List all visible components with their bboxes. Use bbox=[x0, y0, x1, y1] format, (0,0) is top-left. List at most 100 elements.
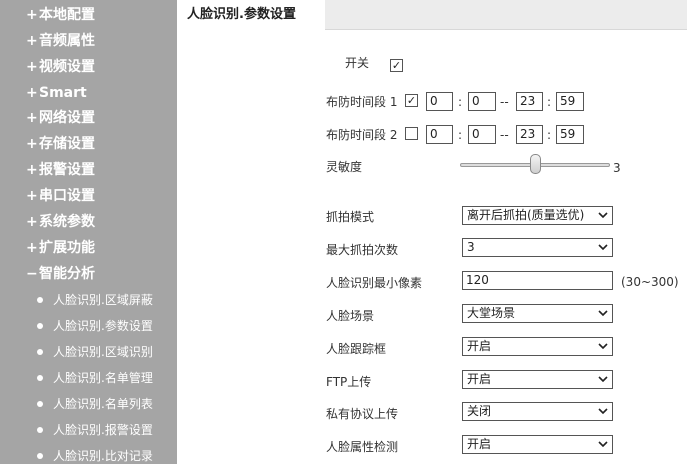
period2-start-minute[interactable]: 0 bbox=[468, 125, 496, 144]
menu-item-label: 串口设置 bbox=[39, 188, 95, 204]
chevron-down-icon bbox=[598, 376, 608, 383]
colon: : bbox=[547, 95, 552, 109]
sub-item-face-compare-log[interactable]: 人脸识别.比对记录 bbox=[37, 448, 153, 464]
expand-icon: + bbox=[26, 7, 38, 23]
bullet-icon bbox=[37, 374, 43, 381]
attr-detect-select[interactable]: 开启 bbox=[462, 435, 613, 454]
track-box-label: 人脸跟踪框 bbox=[326, 342, 387, 356]
sub-item-face-params[interactable]: 人脸识别.参数设置 bbox=[37, 318, 153, 334]
select-value: 开启 bbox=[467, 339, 492, 353]
sub-item-face-list-manage[interactable]: 人脸识别.名单管理 bbox=[37, 370, 153, 386]
sub-item-label: 人脸识别.报警设置 bbox=[53, 423, 153, 437]
sub-item-label: 人脸识别.名单管理 bbox=[53, 371, 153, 385]
bullet-icon bbox=[37, 400, 43, 407]
menu-item-label: 存储设置 bbox=[39, 136, 95, 152]
min-pixels-input[interactable]: 120 bbox=[462, 271, 613, 290]
private-upload-label: 私有协议上传 bbox=[326, 407, 399, 421]
min-pixels-label: 人脸识别最小像素 bbox=[326, 276, 423, 290]
select-value: 离开后抓拍(质量选优) bbox=[467, 208, 585, 222]
period2-start-hour[interactable]: 0 bbox=[426, 125, 453, 144]
period2-end-hour[interactable]: 23 bbox=[516, 125, 543, 144]
bullet-icon bbox=[37, 322, 43, 329]
menu-item-label: Smart bbox=[39, 85, 87, 101]
dash: -- bbox=[500, 95, 509, 109]
select-value: 开启 bbox=[467, 437, 492, 451]
menu-item-extension[interactable]: +扩展功能 bbox=[26, 239, 95, 257]
sub-item-face-alarm[interactable]: 人脸识别.报警设置 bbox=[37, 422, 153, 438]
switch-label: 开关 bbox=[345, 56, 370, 70]
menu-item-label: 音频属性 bbox=[39, 33, 95, 49]
menu-item-local-config[interactable]: +本地配置 bbox=[26, 6, 95, 24]
expand-icon: + bbox=[26, 162, 38, 178]
sensitivity-slider-handle[interactable] bbox=[529, 154, 541, 174]
period1-end-minute[interactable]: 59 bbox=[556, 92, 584, 111]
chevron-down-icon bbox=[598, 310, 608, 317]
switch-checkbox[interactable]: ✓ bbox=[390, 59, 403, 72]
menu-item-serial[interactable]: +串口设置 bbox=[26, 187, 95, 205]
menu-item-storage[interactable]: +存储设置 bbox=[26, 135, 95, 153]
ftp-upload-label: FTP上传 bbox=[326, 375, 372, 389]
expand-icon: + bbox=[26, 85, 38, 101]
period1-checkbox[interactable]: ✓ bbox=[405, 94, 418, 107]
chevron-down-icon bbox=[598, 408, 608, 415]
menu-item-smart-analysis[interactable]: −智能分析 bbox=[26, 265, 95, 283]
sensitivity-label: 灵敏度 bbox=[326, 160, 363, 174]
expand-icon: + bbox=[26, 136, 38, 152]
sub-item-label: 人脸识别.比对记录 bbox=[53, 449, 153, 463]
max-captures-select[interactable]: 3 bbox=[462, 238, 613, 257]
bullet-icon bbox=[37, 452, 43, 459]
sub-item-face-list[interactable]: 人脸识别.名单列表 bbox=[37, 396, 153, 412]
sidebar: +本地配置 +音频属性 +视频设置 +Smart +网络设置 +存储设置 +报警… bbox=[0, 0, 177, 464]
menu-item-label: 系统参数 bbox=[39, 214, 95, 230]
expand-icon: + bbox=[26, 33, 38, 49]
select-value: 开启 bbox=[467, 372, 492, 386]
max-captures-label: 最大抓拍次数 bbox=[326, 243, 399, 257]
menu-item-network[interactable]: +网络设置 bbox=[26, 109, 95, 127]
colon: : bbox=[458, 95, 463, 109]
collapse-icon: − bbox=[26, 266, 38, 282]
sub-item-face-mask-area[interactable]: 人脸识别.区域屏蔽 bbox=[37, 292, 153, 308]
scene-select[interactable]: 大堂场景 bbox=[462, 304, 613, 323]
menu-item-label: 扩展功能 bbox=[39, 240, 95, 256]
sub-item-label: 人脸识别.参数设置 bbox=[53, 319, 153, 333]
chevron-down-icon bbox=[598, 212, 608, 219]
bullet-icon bbox=[37, 426, 43, 433]
menu-item-label: 报警设置 bbox=[39, 162, 95, 178]
period2-end-minute[interactable]: 59 bbox=[556, 125, 584, 144]
bullet-icon bbox=[37, 296, 43, 303]
select-value: 关闭 bbox=[467, 404, 492, 418]
attr-detect-label: 人脸属性检测 bbox=[326, 440, 399, 454]
period1-label: 布防时间段 1 bbox=[326, 95, 398, 109]
tab-face-params[interactable]: 人脸识别.参数设置 bbox=[177, 0, 325, 30]
select-value: 3 bbox=[467, 240, 475, 254]
sub-item-label: 人脸识别.名单列表 bbox=[53, 397, 153, 411]
period1-start-minute[interactable]: 0 bbox=[468, 92, 496, 111]
period1-start-hour[interactable]: 0 bbox=[426, 92, 453, 111]
menu-item-video[interactable]: +视频设置 bbox=[26, 58, 95, 76]
capture-mode-label: 抓拍模式 bbox=[326, 210, 375, 224]
menu-item-smart[interactable]: +Smart bbox=[26, 84, 87, 102]
sensitivity-value: 3 bbox=[613, 161, 621, 175]
chevron-down-icon bbox=[598, 441, 608, 448]
colon: : bbox=[458, 128, 463, 142]
menu-item-label: 智能分析 bbox=[39, 266, 95, 282]
menu-item-system[interactable]: +系统参数 bbox=[26, 213, 95, 231]
period2-label: 布防时间段 2 bbox=[326, 128, 398, 142]
menu-item-label: 本地配置 bbox=[39, 7, 95, 23]
menu-item-label: 视频设置 bbox=[39, 59, 95, 75]
sub-item-label: 人脸识别.区域屏蔽 bbox=[53, 293, 153, 307]
sub-item-face-detect-area[interactable]: 人脸识别.区域识别 bbox=[37, 344, 153, 360]
ftp-upload-select[interactable]: 开启 bbox=[462, 370, 613, 389]
menu-item-audio[interactable]: +音频属性 bbox=[26, 32, 95, 50]
chevron-down-icon bbox=[598, 343, 608, 350]
period1-end-hour[interactable]: 23 bbox=[516, 92, 543, 111]
track-box-select[interactable]: 开启 bbox=[462, 337, 613, 356]
private-upload-select[interactable]: 关闭 bbox=[462, 402, 613, 421]
expand-icon: + bbox=[26, 240, 38, 256]
period2-checkbox[interactable] bbox=[405, 127, 418, 140]
dash: -- bbox=[500, 128, 509, 142]
expand-icon: + bbox=[26, 214, 38, 230]
main-panel: 人脸识别.参数设置 开关 ✓ 布防时间段 1 ✓ 0 : 0 -- 23 : 5… bbox=[177, 0, 687, 464]
menu-item-alarm[interactable]: +报警设置 bbox=[26, 161, 95, 179]
capture-mode-select[interactable]: 离开后抓拍(质量选优) bbox=[462, 206, 613, 225]
